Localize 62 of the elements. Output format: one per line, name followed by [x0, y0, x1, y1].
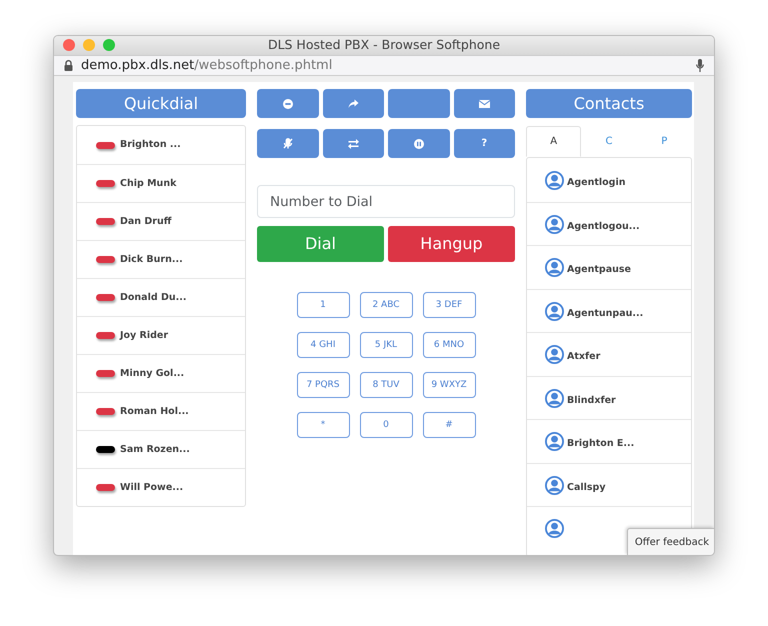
contact-name[interactable]: Blindxfer: [567, 388, 616, 408]
contact-name[interactable]: Donald Du...: [120, 290, 186, 305]
contact-name[interactable]: Brighton ...: [120, 138, 181, 152]
contact-name[interactable]: Brighton E...: [567, 431, 634, 452]
avatar-icon: [545, 345, 564, 364]
address-bar[interactable]: demo.pbx.dls.net/websoftphone.phtml: [54, 54, 714, 76]
swap-arrows-icon: [348, 138, 359, 149]
contact-name[interactable]: Joy Rider: [120, 328, 168, 343]
avatar-icon: [545, 170, 564, 190]
microphone-icon[interactable]: [696, 59, 704, 72]
toolbar-button[interactable]: [388, 129, 450, 158]
lock-icon: [64, 60, 73, 71]
toolbar-button[interactable]: [388, 89, 450, 118]
keypad-key[interactable]: #: [422, 412, 476, 438]
avatar-icon: [545, 432, 564, 451]
contact-name[interactable]: Dick Burn...: [120, 252, 183, 267]
number-field[interactable]: Number to Dial: [257, 185, 515, 218]
close-button[interactable]: [63, 39, 75, 52]
toolbar-button[interactable]: [322, 89, 384, 118]
avatar-icon: [545, 476, 564, 494]
pause-icon: [414, 138, 424, 149]
contact-name[interactable]: Agentpause: [567, 257, 631, 278]
share-icon: [348, 98, 359, 109]
minus-circle-icon: [282, 98, 293, 109]
contact-name[interactable]: Dan Druff: [120, 214, 172, 229]
feedback-button[interactable]: Offer feedback: [626, 528, 714, 555]
keypad-key[interactable]: 4 GHI: [296, 332, 350, 358]
keypad-key[interactable]: 7 PQRS: [296, 372, 350, 398]
toolbar-button[interactable]: [322, 129, 384, 158]
contact-name[interactable]: Roman Hol...: [120, 404, 189, 419]
contact-name[interactable]: Agentlogou...: [567, 214, 640, 234]
contact-name[interactable]: Minny Gol...: [120, 366, 184, 381]
avatar-icon: [545, 258, 564, 277]
toolbar-button[interactable]: [257, 89, 318, 118]
keypad-key[interactable]: 3 DEF: [422, 292, 476, 318]
contact-name[interactable]: Agentunpau...: [567, 300, 644, 322]
contact-name[interactable]: Agentlogin: [567, 170, 626, 190]
maximize-button[interactable]: [103, 39, 115, 52]
contact-name[interactable]: Sam Rozen...: [120, 442, 190, 457]
toolbar-button[interactable]: [454, 89, 515, 118]
keypad-key[interactable]: 1: [296, 292, 350, 318]
avatar-icon: [545, 388, 564, 408]
hangup-button[interactable]: Hangup: [388, 226, 515, 262]
keypad-key[interactable]: 2 ABC: [360, 292, 412, 318]
keypad-key[interactable]: *: [296, 412, 350, 438]
keypad-key[interactable]: 0: [360, 412, 412, 438]
keypad-key[interactable]: 8 TUV: [360, 372, 412, 398]
envelope-icon: [478, 100, 490, 108]
keypad-key[interactable]: 9 WXYZ: [422, 372, 476, 398]
keypad-key[interactable]: 5 JKL: [360, 332, 412, 358]
contact-name[interactable]: Atxfer: [567, 344, 600, 365]
avatar-icon: [545, 214, 564, 234]
keypad-key[interactable]: 6 MNO: [422, 332, 476, 358]
contact-name[interactable]: Callspy: [567, 474, 606, 496]
contact-name[interactable]: Will Powe...: [120, 480, 184, 495]
avatar-icon: [545, 302, 564, 320]
letter-tab[interactable]: A: [526, 126, 582, 158]
toolbar-button[interactable]: [257, 129, 318, 158]
url-text: demo.pbx.dls.net/websoftphone.phtml: [81, 56, 334, 75]
window-title: DLS Hosted PBX - Browser Softphone: [266, 36, 502, 54]
contact-name[interactable]: Chip Munk: [120, 176, 176, 191]
mute-icon: [282, 138, 293, 150]
